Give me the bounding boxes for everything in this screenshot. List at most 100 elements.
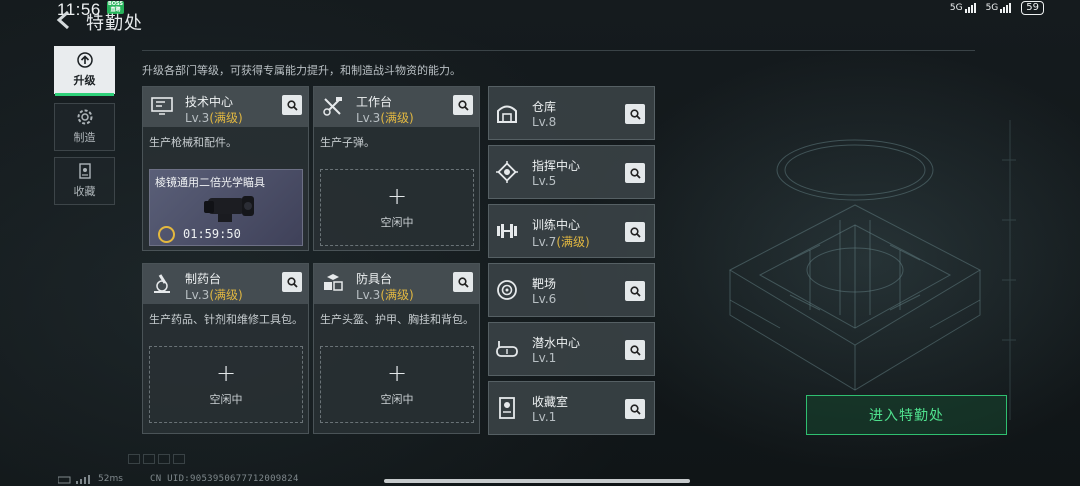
tab-manufacture[interactable]: 制造 <box>54 103 115 151</box>
timer-icon <box>158 226 175 243</box>
tab-upgrade-label: 升级 <box>73 74 96 87</box>
facility-card-training-center[interactable]: 训练中心 Lv.7(满级) <box>488 204 655 258</box>
inspect-button[interactable] <box>625 163 645 183</box>
page-description: 升级各部门等级，可获得专属能力提升，和制造战斗物资的能力。 <box>142 64 461 77</box>
enter-base-button[interactable]: 进入特勤处 <box>806 395 1007 435</box>
facility-description: 生产子弹。 <box>320 136 375 149</box>
facility-card-pharmacy[interactable]: 制药台 Lv.3(满级) 生产药品、针剂和维修工具包。 + 空闲中 <box>142 263 309 434</box>
add-icon: + <box>215 358 237 387</box>
facility-name: 防具台 <box>356 272 393 286</box>
facility-name: 制药台 <box>185 272 222 286</box>
search-icon <box>286 276 298 288</box>
facility-card-warehouse[interactable]: 仓库 Lv.8 <box>488 86 655 140</box>
page-title: 特勤处 <box>86 13 143 34</box>
max-level-tag: (满级) <box>380 288 414 302</box>
facility-description: 生产枪械和配件。 <box>149 136 237 149</box>
target-icon <box>497 280 517 300</box>
add-icon: + <box>386 358 408 387</box>
search-icon <box>457 99 469 111</box>
upgrade-arrow-icon <box>76 52 93 68</box>
chip-icon <box>496 161 518 183</box>
facility-card-armor-bench[interactable]: 防具台 Lv.3(满级) 生产头盔、护甲、胸挂和背包。 + 空闲中 <box>313 263 480 434</box>
back-arrow-icon <box>56 10 69 30</box>
max-level-tag: (满级) <box>556 235 590 249</box>
microscope-icon <box>154 274 170 293</box>
search-icon <box>286 99 298 111</box>
tab-collection-label: 收藏 <box>73 185 96 198</box>
base-wireframe-illustration <box>728 120 1016 420</box>
facility-name: 仓库 <box>532 100 557 114</box>
tab-upgrade[interactable]: 升级 <box>54 46 115 96</box>
inspect-button[interactable] <box>282 95 302 115</box>
status-indicators: 5G 5G 59 <box>950 1 1044 15</box>
facility-level: Lv.3(满级) <box>185 288 243 302</box>
idle-label: 空闲中 <box>380 392 414 406</box>
facility-card-command-center[interactable]: 指挥中心 Lv.5 <box>488 145 655 199</box>
dumbbell-icon <box>497 224 517 238</box>
facility-name: 潜水中心 <box>532 336 581 350</box>
idle-label: 空闲中 <box>380 215 414 229</box>
facility-card-tech-center[interactable]: 技术中心 Lv.3(满级) 生产枪械和配件。 棱镜通用二倍光学瞄具 01:59:… <box>142 86 309 251</box>
facility-card-shooting-range[interactable]: 靶场 Lv.6 <box>488 263 655 317</box>
user-uid: CN UID:9053950677712009824 <box>150 474 299 484</box>
inspect-button[interactable] <box>625 399 645 419</box>
facility-card-collection-room[interactable]: 收藏室 Lv.1 <box>488 381 655 435</box>
facility-description: 生产药品、针剂和维修工具包。 <box>149 313 303 326</box>
scope-image <box>204 196 254 222</box>
facility-name: 技术中心 <box>185 95 234 109</box>
network-signal-icon <box>58 475 90 484</box>
back-button[interactable] <box>54 9 76 31</box>
inspect-button[interactable] <box>625 222 645 242</box>
decorative-squares <box>128 454 185 464</box>
production-timer: 01:59:50 <box>183 227 241 241</box>
inspect-button[interactable] <box>282 272 302 292</box>
idle-slot[interactable]: + 空闲中 <box>320 169 474 246</box>
signal-icon <box>964 3 976 13</box>
facility-level: Lv.7(满级) <box>532 235 590 249</box>
facility-level: Lv.3(满级) <box>356 111 414 125</box>
facility-level: Lv.3(满级) <box>185 111 243 125</box>
search-icon <box>457 276 469 288</box>
inspect-button[interactable] <box>453 272 473 292</box>
gear-icon <box>77 109 92 125</box>
facility-card-workbench[interactable]: 工作台 Lv.3(满级) 生产子弹。 + 空闲中 <box>313 86 480 251</box>
max-level-tag: (满级) <box>209 111 243 125</box>
header-divider <box>142 50 975 51</box>
facility-name: 训练中心 <box>532 218 581 232</box>
inspect-button[interactable] <box>625 104 645 124</box>
tab-collection[interactable]: 收藏 <box>54 157 115 205</box>
facility-name: 指挥中心 <box>532 159 581 173</box>
idle-slot[interactable]: + 空闲中 <box>149 346 303 423</box>
facility-description: 生产头盔、护甲、胸挂和背包。 <box>320 313 474 326</box>
facility-level: Lv.1 <box>532 410 557 424</box>
inspect-button[interactable] <box>453 95 473 115</box>
tab-manufacture-label: 制造 <box>73 131 96 144</box>
inspect-button[interactable] <box>625 340 645 360</box>
facility-level: Lv.6 <box>532 292 557 306</box>
search-icon <box>629 167 641 179</box>
diving-mask-icon <box>496 341 518 357</box>
max-level-tag: (满级) <box>209 288 243 302</box>
ping-readout: 52ms <box>98 474 123 484</box>
idle-slot[interactable]: + 空闲中 <box>320 346 474 423</box>
production-slot[interactable]: 棱镜通用二倍光学瞄具 01:59:50 <box>149 169 303 246</box>
search-icon <box>629 226 641 238</box>
armor-boxes-icon <box>324 274 343 291</box>
facility-level: Lv.5 <box>532 174 557 188</box>
facility-name: 靶场 <box>532 277 557 291</box>
display-case-icon <box>499 397 515 419</box>
facility-level: Lv.3(满级) <box>356 288 414 302</box>
facility-card-diving-center[interactable]: 潜水中心 Lv.1 <box>488 322 655 376</box>
network-5g-2: 5G <box>986 3 1012 13</box>
computer-icon <box>151 97 173 115</box>
add-icon: + <box>386 181 408 210</box>
search-icon <box>629 108 641 120</box>
inspect-button[interactable] <box>625 281 645 301</box>
facility-name: 收藏室 <box>532 395 569 409</box>
tools-icon <box>323 97 342 116</box>
home-indicator[interactable] <box>384 479 690 483</box>
facility-level: Lv.1 <box>532 351 557 365</box>
warehouse-icon <box>497 105 517 123</box>
search-icon <box>629 344 641 356</box>
idle-label: 空闲中 <box>209 392 243 406</box>
